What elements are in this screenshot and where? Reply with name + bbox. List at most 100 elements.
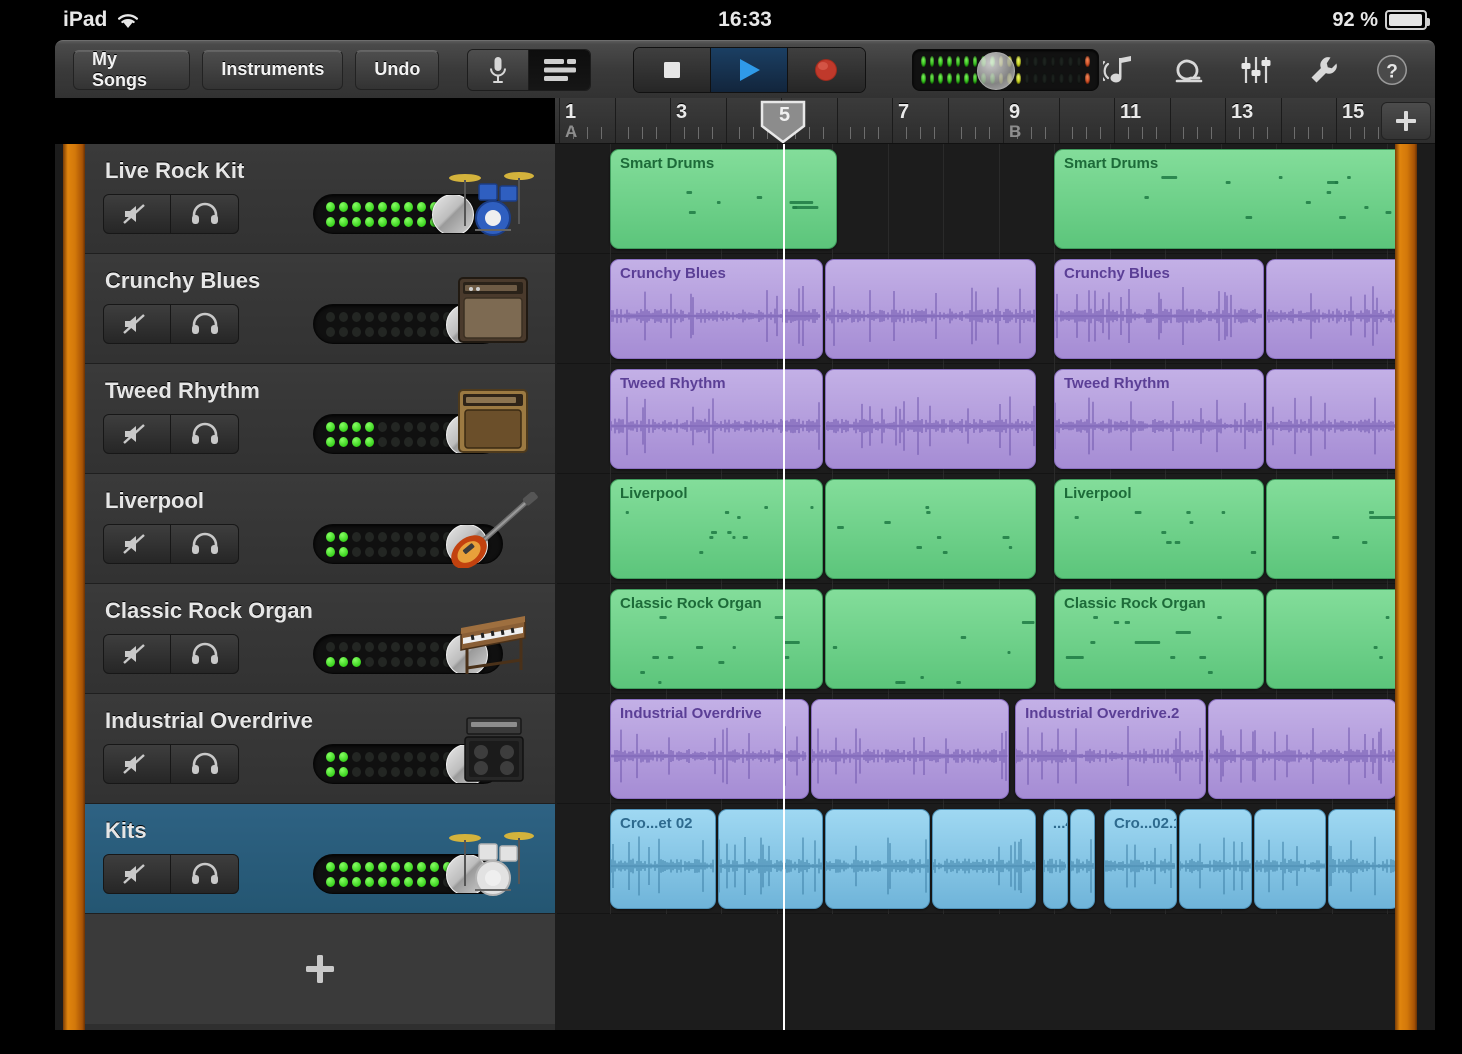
region[interactable]: Cro...02.1 <box>1103 809 1178 909</box>
mute-icon[interactable] <box>103 854 171 894</box>
region[interactable]: Industrial Overdrive.2 <box>1015 699 1206 799</box>
ruler-beat-tick <box>822 127 824 139</box>
mute-icon[interactable] <box>103 414 171 454</box>
mute-icon[interactable] <box>103 304 171 344</box>
region[interactable] <box>1179 809 1252 909</box>
guitar-amp-icon[interactable] <box>445 272 541 348</box>
ruler-section-letter: A <box>565 122 578 141</box>
region[interactable] <box>810 699 1009 799</box>
region[interactable] <box>1070 809 1095 909</box>
organ-icon[interactable] <box>445 602 541 678</box>
track-meter-led <box>391 877 400 887</box>
region[interactable] <box>931 809 1037 909</box>
region[interactable]: Smart Drums <box>610 149 837 249</box>
track-lane[interactable]: Smart Drums Smart Drums <box>557 144 1395 254</box>
track-meter-led <box>391 422 400 432</box>
stop-button[interactable] <box>634 47 712 92</box>
region[interactable]: Cro...et 02 <box>610 809 716 909</box>
track-lane[interactable]: Classic Rock Organ Classic Rock Organ <box>557 584 1395 694</box>
help-icon[interactable]: ? <box>1371 49 1413 91</box>
region[interactable] <box>1265 479 1395 579</box>
track-header[interactable]: Crunchy Blues <box>85 254 555 364</box>
region[interactable]: Classic Rock Organ <box>610 589 823 689</box>
loop-cycle-icon[interactable] <box>1167 49 1209 91</box>
solo-headphones-icon[interactable] <box>171 304 239 344</box>
track-meter-led <box>339 767 348 777</box>
track-lane[interactable]: Tweed Rhythm Tweed Rhythm <box>557 364 1395 474</box>
track-meter-led <box>378 312 387 322</box>
add-track-button[interactable] <box>85 914 555 1024</box>
track-header[interactable]: Industrial Overdrive <box>85 694 555 804</box>
record-button[interactable] <box>788 47 865 92</box>
ruler-bar-tick <box>725 98 727 143</box>
mixer-faders-icon[interactable] <box>1235 49 1277 91</box>
region[interactable]: Tweed Rhythm <box>610 369 823 469</box>
mute-icon[interactable] <box>103 194 171 234</box>
track-lane[interactable]: Cro...et 02 ...4 Cro...02.1 <box>557 804 1395 914</box>
play-button[interactable] <box>711 47 789 92</box>
region[interactable] <box>824 479 1037 579</box>
region[interactable]: Industrial Overdrive <box>610 699 809 799</box>
arrange-area[interactable]: Smart Drums Smart Drums Crunchy Blues Cru… <box>557 144 1395 1030</box>
solo-headphones-icon[interactable] <box>171 634 239 674</box>
region[interactable] <box>824 369 1037 469</box>
track-header[interactable]: Live Rock Kit <box>85 144 555 254</box>
solo-headphones-icon[interactable] <box>171 854 239 894</box>
wrench-settings-icon[interactable] <box>1303 49 1345 91</box>
region[interactable] <box>824 589 1037 689</box>
region[interactable] <box>717 809 823 909</box>
region[interactable] <box>824 809 930 909</box>
microphone-icon[interactable] <box>468 49 530 90</box>
region[interactable] <box>1253 809 1327 909</box>
metronome-note-icon[interactable] <box>1099 49 1141 91</box>
track-header[interactable]: Classic Rock Organ <box>85 584 555 694</box>
region-label: Classic Rock Organ <box>1064 595 1206 612</box>
lane-gridline <box>887 144 889 254</box>
bass-guitar-icon[interactable] <box>445 492 541 568</box>
mute-icon[interactable] <box>103 744 171 784</box>
master-volume-knob[interactable] <box>976 51 1015 90</box>
region[interactable]: Crunchy Blues <box>1054 259 1264 359</box>
track-meter-led <box>352 862 361 872</box>
mute-icon[interactable] <box>103 524 171 564</box>
region[interactable]: ...4 <box>1042 809 1069 909</box>
stack-amp-icon[interactable] <box>445 712 541 788</box>
region[interactable] <box>1265 259 1395 359</box>
track-meter-led <box>326 767 335 777</box>
region[interactable] <box>1265 589 1395 689</box>
instruments-button[interactable]: Instruments <box>202 49 344 90</box>
master-level-meter[interactable] <box>911 48 1099 91</box>
solo-headphones-icon[interactable] <box>171 414 239 454</box>
region[interactable]: Liverpool <box>610 479 823 579</box>
timeline-ruler[interactable]: 1A3579B111315 5 <box>555 98 1435 144</box>
region[interactable]: Crunchy Blues <box>610 259 823 359</box>
track-meter-led <box>417 422 426 432</box>
track-header[interactable]: Liverpool <box>85 474 555 584</box>
solo-headphones-icon[interactable] <box>171 194 239 234</box>
region[interactable] <box>1207 699 1395 799</box>
drum-kit-blue-icon[interactable] <box>445 162 541 238</box>
track-lane[interactable]: Liverpool Liverpool <box>557 474 1395 584</box>
add-section-button[interactable] <box>1381 102 1431 140</box>
mute-icon[interactable] <box>103 634 171 674</box>
region[interactable] <box>824 259 1037 359</box>
track-header[interactable]: Kits <box>85 804 555 914</box>
playhead-marker[interactable]: 5 <box>759 100 807 143</box>
track-lane[interactable]: Industrial Overdrive Industrial Overdriv… <box>557 694 1395 804</box>
ruler-bar-tick <box>1169 98 1171 143</box>
track-lane[interactable]: Crunchy Blues Crunchy Blues <box>557 254 1395 364</box>
undo-button[interactable]: Undo <box>355 49 440 90</box>
track-header[interactable]: Tweed Rhythm <box>85 364 555 474</box>
region[interactable] <box>1328 809 1395 909</box>
region[interactable] <box>1265 369 1395 469</box>
tracks-view-icon[interactable] <box>529 49 591 90</box>
solo-headphones-icon[interactable] <box>171 524 239 564</box>
region[interactable]: Smart Drums <box>1054 149 1395 249</box>
region[interactable]: Classic Rock Organ <box>1054 589 1264 689</box>
tweed-amp-icon[interactable] <box>445 382 541 458</box>
drum-kit-white-icon[interactable] <box>445 822 541 898</box>
region[interactable]: Tweed Rhythm <box>1054 369 1264 469</box>
my-songs-button[interactable]: My Songs <box>73 49 191 90</box>
solo-headphones-icon[interactable] <box>171 744 239 784</box>
region[interactable]: Liverpool <box>1054 479 1264 579</box>
